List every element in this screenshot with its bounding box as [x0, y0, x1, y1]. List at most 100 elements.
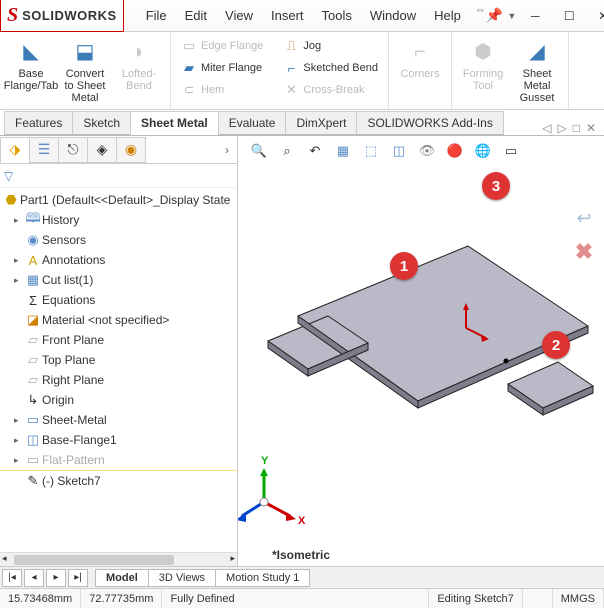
dim-tab-icon: ◈: [97, 141, 108, 158]
vtab-nav-next[interactable]: ▸: [46, 569, 66, 587]
tree-item[interactable]: ✎(-) Sketch7: [0, 470, 237, 490]
sheet-metal-gusset-button[interactable]: ◢ Sheet Metal Gusset: [512, 36, 562, 106]
sidebar-expand-icon[interactable]: ›: [217, 143, 237, 157]
jog-button[interactable]: ⎍Jog: [279, 36, 382, 56]
callout-badge-3: 3: [482, 172, 510, 200]
menu-file[interactable]: File: [138, 4, 175, 27]
tab-evaluate[interactable]: Evaluate: [218, 111, 287, 135]
tab-addins[interactable]: SOLIDWORKS Add-Ins: [356, 111, 503, 135]
edge-flange-button: ▭Edge Flange: [177, 36, 267, 56]
zoom-area-button[interactable]: ⌕: [276, 140, 298, 162]
status-coord-y: 72.77735mm: [81, 589, 162, 608]
tree-item[interactable]: ▸🕮History: [0, 210, 237, 230]
zoom-fit-icon: 🔍: [251, 143, 267, 159]
menu-tools[interactable]: Tools: [314, 4, 360, 27]
hide-show-button[interactable]: 👁: [416, 140, 438, 162]
section-icon: ▦: [337, 143, 349, 159]
tree-item[interactable]: ↳Origin: [0, 390, 237, 410]
tab-close-icon[interactable]: ✕: [586, 121, 596, 135]
feature-manager: ⬗ ☰ ⎋ ◈ ◉ › ▽ ⬣ Part1 (Default<<Default>…: [0, 136, 238, 566]
tree-item[interactable]: ▱Front Plane: [0, 330, 237, 350]
tree-item[interactable]: ▸▭Flat-Pattern: [0, 450, 237, 470]
tab-nav-right-icon[interactable]: ▷: [557, 121, 566, 135]
tree-item[interactable]: ▸▦Cut list(1): [0, 270, 237, 290]
heads-up-toolbar: 🔍 ⌕ ↶ ▦ ⬚ ◫ 👁 🔴 🌐 ▭: [248, 140, 594, 162]
view-orient-button[interactable]: ⬚: [360, 140, 382, 162]
sketched-bend-button[interactable]: ⌐Sketched Bend: [279, 58, 382, 78]
command-manager-tabs: Features Sketch Sheet Metal Evaluate Dim…: [0, 110, 604, 136]
forming-tool-icon: ⬢: [469, 38, 497, 66]
flat-pattern-icon: ▭: [24, 452, 42, 468]
tree-item[interactable]: ▸▭Sheet-Metal: [0, 410, 237, 430]
tree-item[interactable]: ▸AAnnotations: [0, 250, 237, 270]
hide-show-icon: 👁: [419, 143, 436, 159]
menu-edit[interactable]: Edit: [177, 4, 215, 27]
tree-item[interactable]: ▱Top Plane: [0, 350, 237, 370]
hem-button: ⊂Hem: [177, 80, 267, 100]
plane-icon: ▱: [24, 332, 42, 348]
miter-flange-button[interactable]: ▰Miter Flange: [177, 58, 267, 78]
tree-item[interactable]: ▱Right Plane: [0, 370, 237, 390]
app-logo[interactable]: S SOLIDWORKS: [0, 0, 124, 32]
prev-view-button[interactable]: ↶: [304, 140, 326, 162]
tree-item[interactable]: ◪Material <not specified>: [0, 310, 237, 330]
status-units[interactable]: MMGS: [553, 589, 604, 608]
vtab-motion[interactable]: Motion Study 1: [215, 569, 310, 587]
tab-nav-left-icon[interactable]: ◁: [542, 121, 551, 135]
cutlist-icon: ▦: [24, 272, 42, 288]
vtab-nav-last[interactable]: ▸|: [68, 569, 88, 587]
convert-sheet-metal-button[interactable]: ⬓ Convert to Sheet Metal: [60, 36, 110, 106]
plane-icon: ▱: [24, 352, 42, 368]
sidebar-scrollbar[interactable]: ◂ ▸: [0, 552, 237, 566]
base-flange-button[interactable]: ◣ Base Flange/Tab: [6, 36, 56, 94]
vtab-nav-first[interactable]: |◂: [2, 569, 22, 587]
menu-view[interactable]: View: [217, 4, 261, 27]
vtab-model[interactable]: Model: [95, 569, 149, 587]
tab-max-icon[interactable]: □: [573, 121, 580, 135]
minimize-button[interactable]: ─: [520, 4, 550, 28]
settings-icon: ▭: [505, 143, 517, 159]
sensors-icon: ◉: [24, 232, 42, 248]
edge-flange-icon: ▭: [181, 38, 197, 54]
tab-features[interactable]: Features: [4, 111, 73, 135]
menu-insert[interactable]: Insert: [263, 4, 312, 27]
model-drawing: Y X Z: [238, 186, 604, 536]
sketch-icon: ✎: [24, 473, 42, 489]
sidetab-config[interactable]: ⎋: [58, 137, 88, 163]
pin-dropdown[interactable]: ▼: [507, 11, 516, 21]
vtab-3dviews[interactable]: 3D Views: [148, 569, 216, 587]
sidetab-render[interactable]: ◉: [116, 137, 146, 163]
close-button[interactable]: ✕: [588, 4, 604, 28]
maximize-button[interactable]: ☐: [554, 4, 584, 28]
sidetab-dim[interactable]: ◈: [87, 137, 117, 163]
view-settings-button[interactable]: ▭: [500, 140, 522, 162]
sidetab-tree[interactable]: ⬗: [0, 137, 30, 163]
convert-icon: ⬓: [71, 38, 99, 66]
origin-icon: ↳: [24, 392, 42, 408]
tree-item[interactable]: ◉Sensors: [0, 230, 237, 250]
feature-tree[interactable]: ⬣ Part1 (Default<<Default>_Display State…: [0, 188, 237, 552]
scene-button[interactable]: 🌐: [472, 140, 494, 162]
tab-sketch[interactable]: Sketch: [72, 111, 131, 135]
svg-text:Y: Y: [261, 455, 269, 467]
tab-dimxpert[interactable]: DimXpert: [285, 111, 357, 135]
tree-item[interactable]: ▸◫Base-Flange1: [0, 430, 237, 450]
filter-icon[interactable]: ▽: [4, 169, 13, 183]
forming-tool-button: ⬢ Forming Tool: [458, 36, 508, 94]
menu-help[interactable]: Help: [426, 4, 469, 27]
graphics-viewport[interactable]: 🔍 ⌕ ↶ ▦ ⬚ ◫ 👁 🔴 🌐 ▭ ↩ ✖: [238, 136, 604, 566]
pin-icon[interactable]: 📌: [486, 7, 503, 24]
display-style-button[interactable]: ◫: [388, 140, 410, 162]
jog-icon: ⎍: [283, 38, 299, 54]
zoom-fit-button[interactable]: 🔍: [248, 140, 270, 162]
menu-window[interactable]: Window: [362, 4, 424, 27]
tree-root[interactable]: ⬣ Part1 (Default<<Default>_Display State: [0, 190, 237, 210]
tab-sheet-metal[interactable]: Sheet Metal: [130, 111, 219, 135]
scene-icon: 🌐: [475, 143, 491, 159]
vtab-nav-prev[interactable]: ◂: [24, 569, 44, 587]
tree-item[interactable]: ΣEquations: [0, 290, 237, 310]
cross-break-icon: ✕: [283, 82, 299, 98]
sidetab-property[interactable]: ☰: [29, 137, 59, 163]
section-view-button[interactable]: ▦: [332, 140, 354, 162]
appearance-button[interactable]: 🔴: [444, 140, 466, 162]
